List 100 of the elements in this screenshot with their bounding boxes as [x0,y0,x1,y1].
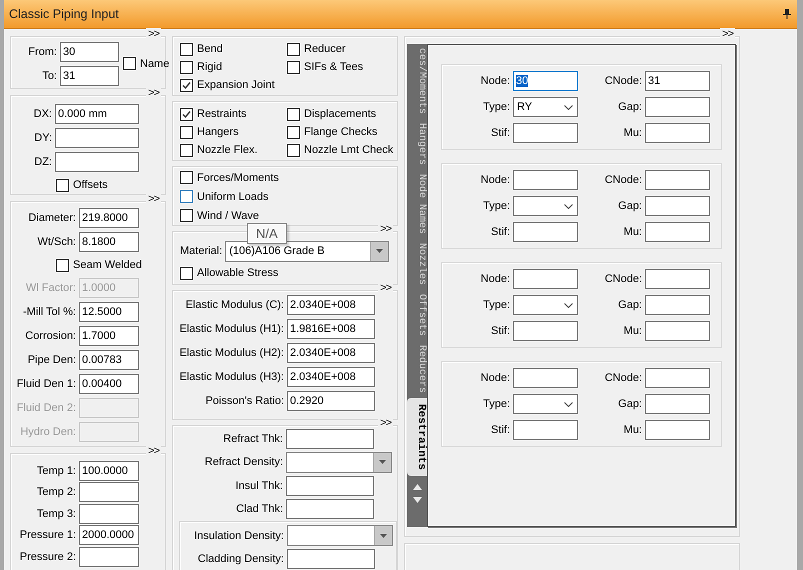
expand-toggle[interactable]: >> [146,193,161,205]
checkbox[interactable]: Displacements [287,105,376,123]
field-label: Gap: [617,398,643,410]
tab[interactable]: Hangers [407,119,427,170]
dropdown[interactable] [513,295,578,315]
field-label: DY: [33,132,53,144]
checkbox[interactable]: Offsets [56,174,108,196]
text-field[interactable] [645,170,710,190]
checkbox[interactable]: SIFs & Tees [287,58,364,76]
text-field[interactable]: 219.8000 [79,208,139,228]
text-field[interactable] [513,222,578,242]
text-field[interactable] [645,97,710,117]
down-arrow-icon[interactable] [412,497,422,504]
checkbox[interactable]: Bend [180,40,223,58]
text-field[interactable] [286,499,374,520]
checkbox[interactable]: Name [123,54,170,72]
material-dropdown[interactable]: (106)A106 Grade B [225,240,390,262]
text-field[interactable] [645,420,710,440]
caret-icon[interactable] [370,242,388,260]
text-field[interactable] [645,222,710,242]
checkbox[interactable]: Flange Checks [287,123,378,141]
expand-toggle[interactable]: >> [146,445,161,457]
checkbox[interactable]: Nozzle Lmt Check [287,141,394,159]
text-field[interactable] [79,546,139,567]
checkbox[interactable]: Hangers [180,123,239,141]
text-field[interactable] [513,170,578,190]
tab[interactable]: ces/Moments [407,44,427,120]
expand-toggle[interactable]: >> [146,28,161,40]
expand-toggle[interactable]: >> [378,282,393,294]
text-field[interactable]: 2.0340E+008 [287,367,375,387]
text-field[interactable]: 30 [513,71,578,91]
caret-icon[interactable] [374,526,392,546]
text-field[interactable] [79,482,139,502]
expand-toggle[interactable]: >> [378,223,393,235]
checkbox[interactable]: Nozzle Flex. [180,141,258,159]
dropdown[interactable] [513,196,578,216]
text-field[interactable]: 0.000 mm [55,104,139,124]
text-field[interactable] [55,152,139,172]
checkbox[interactable]: Wind / Wave [180,206,259,225]
text-field[interactable]: 31 [645,71,710,91]
text-field[interactable]: 0.00400 [79,374,139,394]
text-field[interactable]: 31 [60,66,119,86]
text-field[interactable] [645,295,710,315]
text-field[interactable] [286,476,374,496]
field-label: Temp 2: [36,486,77,498]
dropdown[interactable]: RY [513,97,578,117]
expand-toggle[interactable]: >> [720,28,735,40]
text-field[interactable] [645,269,710,289]
text-field[interactable]: 12.5000 [79,302,139,322]
field-label: Insulation Density: [193,530,285,542]
text-field[interactable] [513,123,578,143]
dropdown[interactable] [287,525,393,546]
text-field[interactable]: 100.0000 [79,460,139,481]
tab[interactable]: Offsets [407,290,427,342]
text-field[interactable]: 2.0340E+008 [287,295,375,315]
field-label: Mu: [622,127,643,139]
text-field[interactable] [513,368,578,388]
dropdown[interactable] [513,394,578,414]
pin-icon[interactable] [783,9,791,19]
tab[interactable]: Reducers [407,341,427,398]
text-field[interactable]: 2.0340E+008 [287,343,375,363]
text-field[interactable]: 1.9816E+008 [287,319,375,339]
tab[interactable]: Node Names [407,170,427,240]
text-field[interactable] [645,196,710,216]
field-label: -Mill Tol %: [22,306,77,318]
text-field[interactable] [645,394,710,414]
checkbox[interactable]: Rigid [180,58,222,76]
caret-icon[interactable] [373,452,391,472]
expand-toggle[interactable]: >> [378,417,393,429]
text-field[interactable] [287,549,375,570]
expand-toggle[interactable]: >> [146,87,161,99]
text-field[interactable] [513,321,578,341]
text-field[interactable] [79,504,139,524]
checkbox[interactable]: Restraints [180,105,247,123]
checkbox[interactable]: Allowable Stress [180,264,278,282]
text-field[interactable] [513,420,578,440]
checkbox[interactable]: Reducer [287,40,346,58]
checkbox[interactable]: Forces/Moments [180,168,279,187]
dropdown[interactable] [286,452,392,473]
field-label: Type: [482,200,511,212]
text-field[interactable]: 0.2920 [287,391,375,411]
checkbox[interactable]: Uniform Loads [180,187,269,206]
field-label: CNode: [604,372,643,384]
text-field[interactable] [513,269,578,289]
text-field[interactable] [55,128,139,148]
field-label: Node: [480,273,511,285]
checkbox[interactable]: Seam Welded [56,254,142,276]
tab[interactable]: Nozzles [407,239,427,290]
checkbox[interactable]: Expansion Joint [180,76,275,94]
text-field[interactable] [286,428,374,449]
text-field[interactable] [645,368,710,388]
tab[interactable]: Restraints [407,398,427,476]
text-field[interactable]: 0.00783 [79,350,139,370]
text-field[interactable]: 1.7000 [79,326,139,346]
text-field[interactable] [645,123,710,143]
text-field[interactable] [645,321,710,341]
text-field[interactable]: 8.1800 [79,232,139,252]
up-arrow-icon[interactable] [412,484,422,490]
text-field[interactable]: 30 [60,42,119,62]
text-field[interactable]: 2000.0000 [79,525,139,546]
